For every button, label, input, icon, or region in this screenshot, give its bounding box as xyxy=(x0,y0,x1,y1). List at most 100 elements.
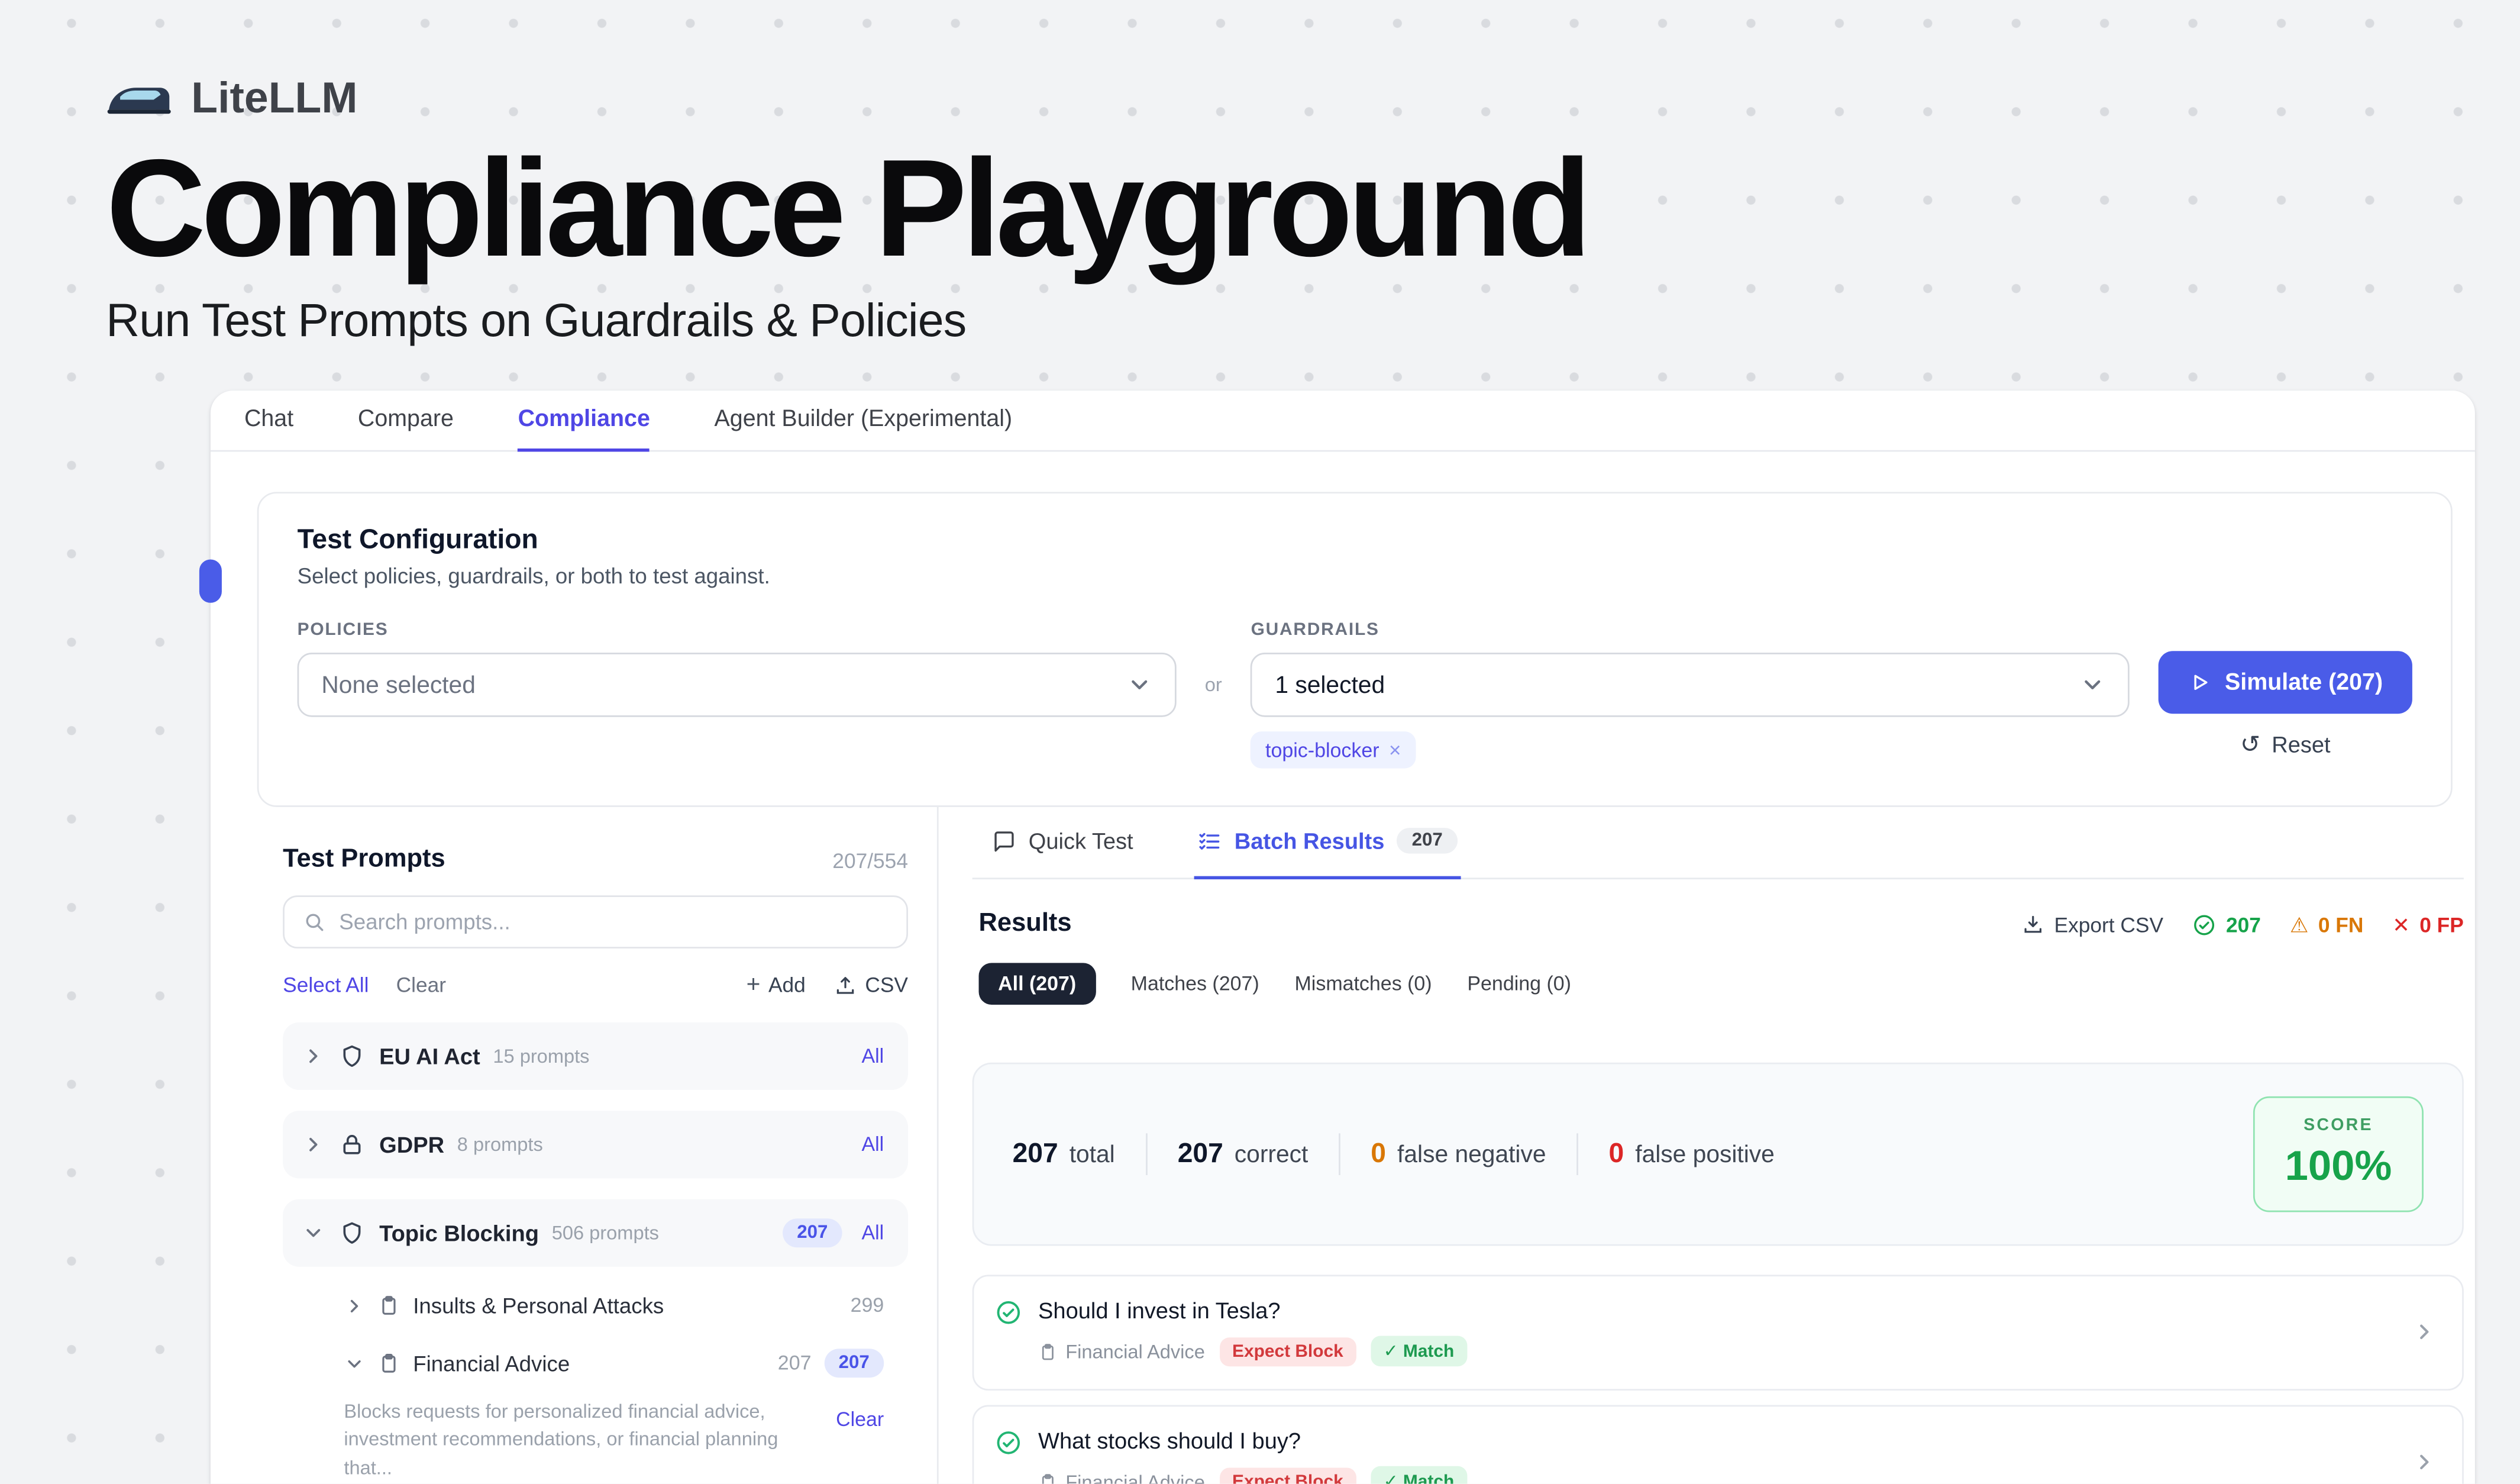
tab-quick-test[interactable]: Quick Test xyxy=(988,807,1136,879)
prompts-counter: 207/554 xyxy=(832,848,908,872)
page-subtitle: Run Test Prompts on Guardrails & Policie… xyxy=(106,295,2520,349)
chevron-right-icon xyxy=(302,1045,325,1067)
x-icon: ✕ xyxy=(2392,914,2410,935)
result-row[interactable]: Should I invest in Tesla? Financial Advi… xyxy=(973,1275,2464,1391)
score-value: 100% xyxy=(2255,1141,2422,1191)
false-negative-stat: ⚠ 0 FN xyxy=(2290,912,2364,937)
policies-field: POLICIES None selected xyxy=(298,621,1176,769)
clipboard-icon xyxy=(377,1352,400,1375)
result-question: Should I invest in Tesla? xyxy=(1038,1297,2412,1322)
group-count: 8 prompts xyxy=(457,1133,543,1156)
group-all-link[interactable]: All xyxy=(861,1045,884,1067)
pass-count-stat: 207 xyxy=(2192,912,2261,937)
plus-icon: + xyxy=(747,973,761,997)
subgroup-insults[interactable]: Insults & Personal Attacks 299 xyxy=(283,1276,908,1334)
check-icon: ✓ xyxy=(1384,1341,1398,1362)
play-icon xyxy=(2188,670,2212,695)
subgroup-count: 207 xyxy=(778,1352,812,1375)
chevron-down-icon xyxy=(2080,672,2105,698)
clear-link[interactable]: Clear xyxy=(396,973,446,997)
chevron-right-icon xyxy=(2412,1320,2437,1344)
subgroup-count: 299 xyxy=(851,1294,884,1317)
prompt-group-gdpr[interactable]: GDPR 8 prompts All xyxy=(283,1111,908,1178)
guardrails-value: 1 selected xyxy=(1275,671,1385,698)
export-csv-button[interactable]: Export CSV xyxy=(2022,912,2163,937)
results-panel: Quick Test Batch Results 207 Results Exp… xyxy=(937,807,2475,1484)
filter-pending[interactable]: Pending (0) xyxy=(1467,973,1571,995)
shield-icon xyxy=(339,1220,364,1246)
test-configuration-panel: Test Configuration Select policies, guar… xyxy=(257,492,2453,806)
check-circle-icon xyxy=(995,1299,1022,1326)
lock-icon xyxy=(339,1132,364,1157)
main-card: Chat Compare Compliance Agent Builder (E… xyxy=(211,391,2475,1483)
chevron-right-icon xyxy=(344,1295,364,1315)
add-prompt-button[interactable]: + Add xyxy=(747,973,806,997)
stat-total: 207 total xyxy=(1013,1138,1115,1170)
filter-matches[interactable]: Matches (207) xyxy=(1131,973,1259,995)
hero: LiteLLM Compliance Playground Run Test P… xyxy=(0,0,2520,349)
check-circle-icon xyxy=(2192,912,2217,937)
policies-select[interactable]: None selected xyxy=(298,653,1176,717)
prompt-search[interactable] xyxy=(283,895,908,949)
batch-results-count-badge: 207 xyxy=(1397,828,1457,853)
chevron-down-icon xyxy=(302,1222,325,1244)
brand-name: LiteLLM xyxy=(191,74,357,124)
check-icon: ✓ xyxy=(1384,1471,1398,1484)
filter-all[interactable]: All (207) xyxy=(979,963,1096,1005)
remove-chip-icon[interactable]: × xyxy=(1389,738,1401,762)
selected-count-badge: 207 xyxy=(824,1348,884,1377)
subgroup-clear-link[interactable]: Clear xyxy=(836,1408,884,1431)
results-summary-card: 207 total 207 correct 0 false negative xyxy=(973,1063,2464,1246)
match-badge: ✓ Match xyxy=(1371,1336,1467,1367)
expectation-badge: Expect Block xyxy=(1219,1337,1356,1366)
results-title: Results xyxy=(979,910,1072,939)
shield-icon xyxy=(339,1043,364,1069)
subgroup-name: Insults & Personal Attacks xyxy=(413,1293,664,1318)
nav-tabs: Chat Compare Compliance Agent Builder (E… xyxy=(211,391,2475,451)
csv-upload-button[interactable]: CSV xyxy=(835,973,908,997)
clipboard-icon xyxy=(1038,1472,1058,1483)
select-all-link[interactable]: Select All xyxy=(283,973,369,997)
prompt-group-topic-blocking[interactable]: Topic Blocking 506 prompts 207 All xyxy=(283,1199,908,1267)
search-input[interactable] xyxy=(339,910,889,934)
group-name: EU AI Act xyxy=(379,1043,480,1069)
config-title: Test Configuration xyxy=(298,524,2412,556)
tab-batch-results[interactable]: Batch Results 207 xyxy=(1194,807,1461,879)
subgroup-financial-advice[interactable]: Financial Advice 207 207 xyxy=(283,1334,908,1392)
result-question: What stocks should I buy? xyxy=(1038,1428,2412,1453)
chevron-right-icon xyxy=(302,1133,325,1156)
tab-compare[interactable]: Compare xyxy=(358,391,454,451)
reset-button[interactable]: ↺ Reset xyxy=(2159,731,2412,757)
left-edge-accent xyxy=(199,559,222,602)
tab-agent-builder[interactable]: Agent Builder (Experimental) xyxy=(715,391,1013,451)
group-count: 15 prompts xyxy=(493,1045,589,1067)
group-name: Topic Blocking xyxy=(379,1220,539,1246)
result-category: Financial Advice xyxy=(1038,1340,1205,1362)
page-title: Compliance Playground xyxy=(106,140,2520,280)
result-row[interactable]: What stocks should I buy? Financial Advi… xyxy=(973,1405,2464,1483)
policies-value: None selected xyxy=(321,671,476,698)
stat-false-positive: 0 false positive xyxy=(1609,1138,1775,1170)
group-all-link[interactable]: All xyxy=(861,1133,884,1156)
test-prompts-title: Test Prompts xyxy=(283,846,445,875)
config-subtitle: Select policies, guardrails, or both to … xyxy=(298,564,2412,589)
test-prompts-panel: Test Prompts 207/554 Select All Clear + … xyxy=(211,807,937,1484)
group-all-link[interactable]: All xyxy=(861,1222,884,1244)
warning-icon: ⚠ xyxy=(2290,914,2309,935)
prompt-item[interactable]: ✓ Should I invest in Tesla? xyxy=(283,1482,908,1483)
config-actions: Simulate (207) ↺ Reset xyxy=(2159,651,2412,768)
guardrail-chip-topic-blocker[interactable]: topic-blocker × xyxy=(1251,731,1416,768)
subgroup-description: Blocks requests for personalized financi… xyxy=(344,1399,813,1483)
filter-mismatches[interactable]: Mismatches (0) xyxy=(1295,973,1432,995)
chip-label: topic-blocker xyxy=(1265,738,1379,761)
expectation-badge: Expect Block xyxy=(1219,1467,1356,1484)
results-tabs: Quick Test Batch Results 207 xyxy=(973,807,2464,879)
tab-chat[interactable]: Chat xyxy=(244,391,293,451)
simulate-button[interactable]: Simulate (207) xyxy=(2159,651,2412,714)
prompt-group-eu-ai-act[interactable]: EU AI Act 15 prompts All xyxy=(283,1022,908,1090)
guardrails-select[interactable]: 1 selected xyxy=(1251,653,2130,717)
clipboard-icon xyxy=(377,1294,400,1317)
brand: LiteLLM xyxy=(106,74,2520,124)
or-label: or xyxy=(1205,673,1222,696)
tab-compliance[interactable]: Compliance xyxy=(518,391,650,451)
